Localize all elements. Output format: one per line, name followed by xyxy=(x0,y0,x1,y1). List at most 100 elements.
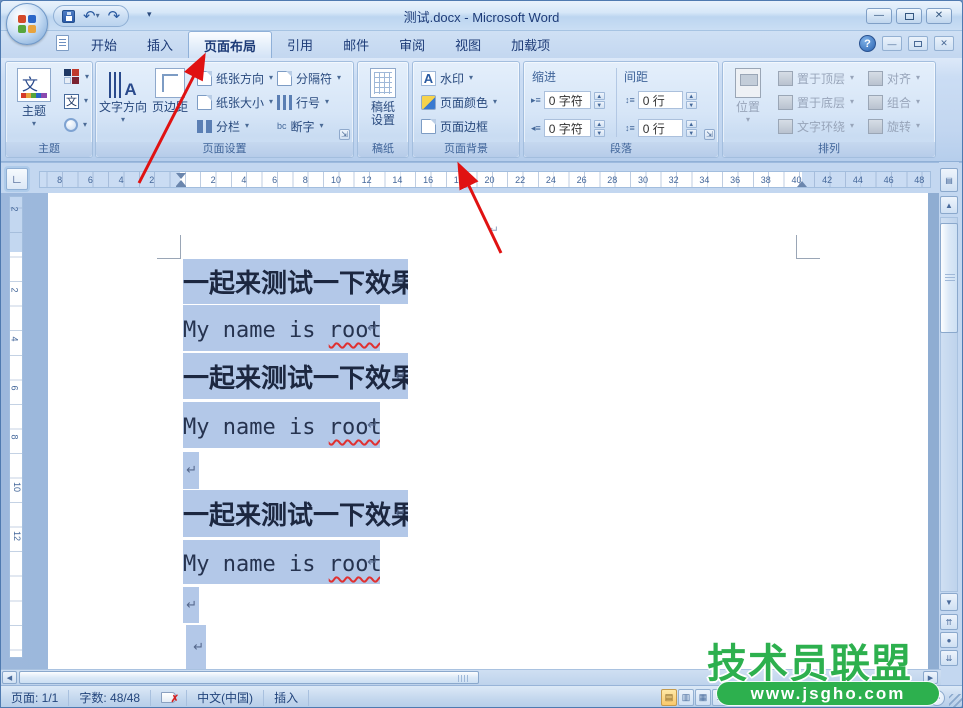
ribbon-tab-row: 开始 插入 页面布局 引用 邮件 审阅 视图 加载项 ? — ✕ xyxy=(1,31,962,58)
close-button[interactable]: ✕ xyxy=(926,8,952,24)
indent-right-input[interactable]: 0 字符 xyxy=(544,119,591,137)
tab-references[interactable]: 引用 xyxy=(272,31,328,58)
spacing-before-input[interactable]: 0 行 xyxy=(638,91,683,109)
previous-page-button[interactable]: ⇈ xyxy=(940,614,958,630)
tab-mailings[interactable]: 邮件 xyxy=(328,31,384,58)
ruler-number: 32 xyxy=(667,175,681,185)
tab-review[interactable]: 审阅 xyxy=(384,31,440,58)
text-wrapping-button[interactable]: 文字环绕▾ xyxy=(775,115,857,137)
tab-addins[interactable]: 加载项 xyxy=(496,31,565,58)
breaks-button[interactable]: 分隔符▾ xyxy=(274,67,344,89)
theme-effects-button[interactable]: ▾ xyxy=(61,114,90,136)
right-indent-marker[interactable] xyxy=(797,181,807,187)
tab-home[interactable]: 开始 xyxy=(76,31,132,58)
status-word-count[interactable]: 字数: 48/48 xyxy=(69,690,151,706)
paragraph-line[interactable]: My name is rootxo。↵ xyxy=(183,402,380,448)
spacing-before-spinner[interactable]: ▲▼ xyxy=(686,92,697,109)
ruler-number: 22 xyxy=(513,175,527,185)
breaks-icon xyxy=(277,71,292,86)
tab-insert[interactable]: 插入 xyxy=(132,31,188,58)
ruler-number: 6 xyxy=(10,386,20,391)
indent-right-row: ◂≡ 0 字符 ▲▼ xyxy=(528,117,608,139)
group-button[interactable]: 组合▾ xyxy=(865,91,923,113)
print-layout-view-button[interactable]: ▤ xyxy=(661,689,677,706)
paragraph-line[interactable]: 一起来测试一下效果吧。↵ xyxy=(183,259,408,304)
manuscript-settings-button[interactable]: 稿纸 设置 xyxy=(361,64,405,144)
next-page-button[interactable]: ⇊ xyxy=(940,650,958,666)
theme-colors-button[interactable]: ▾ xyxy=(61,66,92,88)
spacing-after-spinner[interactable]: ▲▼ xyxy=(686,120,697,137)
h-ruler[interactable]: 8642246810121416182022242628303234363840… xyxy=(39,171,931,188)
doc-close-button[interactable]: ✕ xyxy=(934,36,954,51)
web-layout-view-button[interactable]: ▦ xyxy=(695,689,711,706)
align-button[interactable]: 对齐▾ xyxy=(865,67,923,89)
empty-paragraph-line[interactable]: ↵ xyxy=(183,452,199,489)
orientation-button[interactable]: 纸张方向▾ xyxy=(194,67,276,89)
indent-right-spinner[interactable]: ▲▼ xyxy=(594,120,605,137)
tab-page-layout[interactable]: 页面布局 xyxy=(188,31,272,58)
resize-grip[interactable] xyxy=(949,694,962,707)
doc-minimize-button[interactable]: — xyxy=(882,36,902,51)
help-button[interactable]: ? xyxy=(859,35,876,52)
page-borders-button[interactable]: 页面边框 xyxy=(418,115,491,137)
theme-fonts-button[interactable]: 文▾ xyxy=(61,90,91,112)
doc-restore-button[interactable] xyxy=(908,36,928,51)
ruler-number: 44 xyxy=(851,175,865,185)
office-button[interactable] xyxy=(6,3,48,45)
maximize-button[interactable] xyxy=(896,8,922,24)
paragraph-line[interactable]: 一起来测试一下效果吧。↵ xyxy=(183,490,408,537)
paragraph-line[interactable]: My name is rootxo。↵ xyxy=(183,540,380,584)
spacing-after-input[interactable]: 0 行 xyxy=(638,119,683,137)
status-insert-mode[interactable]: 插入 xyxy=(264,690,309,706)
tab-view[interactable]: 视图 xyxy=(440,31,496,58)
paragraph-line[interactable]: My name is rootxo。↵ xyxy=(183,305,380,351)
ruler-number: 24 xyxy=(544,175,558,185)
scroll-up-button[interactable]: ▲ xyxy=(940,196,958,214)
position-button[interactable]: 位置 ▾ xyxy=(728,64,768,144)
ruler-number: 2 xyxy=(10,288,20,293)
ruler-toggle-button[interactable]: ▤ xyxy=(940,168,958,192)
indent-left-input[interactable]: 0 字符 xyxy=(544,91,591,109)
ruler-number: 28 xyxy=(605,175,619,185)
minimize-button[interactable]: — xyxy=(866,8,892,24)
page-color-button[interactable]: 页面颜色▾ xyxy=(418,91,500,113)
paragraph-line[interactable]: 一起来测试一下效果吧。↵ xyxy=(183,353,408,399)
paragraph-dialog-launcher[interactable]: ⇲ xyxy=(704,129,715,140)
margins-button[interactable]: 页边距 xyxy=(148,64,192,144)
scroll-down-button[interactable]: ▼ xyxy=(940,593,958,611)
hyphenation-button[interactable]: bc 断字▾ xyxy=(274,115,327,137)
group-label-themes: 主题 xyxy=(6,142,92,157)
ruler-number: 30 xyxy=(636,175,650,185)
line-numbers-button[interactable]: 行号▾ xyxy=(274,91,332,113)
empty-paragraph-line[interactable]: ↵ xyxy=(183,587,199,623)
v-ruler[interactable]: 224681012 xyxy=(9,196,23,658)
send-to-back-button[interactable]: 置于底层▾ xyxy=(775,91,857,113)
scroll-left-button[interactable]: ◀ xyxy=(2,671,17,684)
watermark-site-title: 技术员联盟 xyxy=(707,631,912,689)
scrollbar-thumb[interactable] xyxy=(940,223,958,333)
status-page-number[interactable]: 页面: 1/1 xyxy=(1,690,69,706)
document-window-controls: ? — ✕ xyxy=(859,35,954,52)
paper-size-button[interactable]: 纸张大小▾ xyxy=(194,91,276,113)
select-browse-object-button[interactable]: ● xyxy=(940,632,958,648)
rotate-button[interactable]: 旋转▾ xyxy=(865,115,923,137)
document-page[interactable]: ↵ 一起来测试一下效果吧。↵ My name is rootxo。↵ 一起来测试… xyxy=(48,193,928,669)
h-scrollbar-thumb[interactable] xyxy=(19,671,479,684)
status-language[interactable]: 中文(中国) xyxy=(187,690,264,706)
align-label: 对齐 xyxy=(887,70,911,87)
text-direction-button[interactable]: A 文字方向 ▾ xyxy=(99,64,147,144)
tab-selector-button[interactable]: ∟ xyxy=(6,168,28,190)
status-proofing[interactable]: ✗ xyxy=(151,690,187,706)
full-screen-reading-view-button[interactable]: ▥ xyxy=(678,689,694,706)
columns-button[interactable]: 分栏▾ xyxy=(194,115,252,137)
page-setup-dialog-launcher[interactable]: ⇲ xyxy=(339,129,350,140)
paragraph-text: My name is xyxy=(183,415,329,440)
ruler-number: 2 xyxy=(145,175,159,185)
indent-left-spinner[interactable]: ▲▼ xyxy=(594,92,605,109)
watermark-button[interactable]: A 水印▾ xyxy=(418,67,476,89)
left-indent-marker[interactable] xyxy=(176,186,186,188)
bring-to-front-button[interactable]: 置于顶层▾ xyxy=(775,67,857,89)
empty-paragraph-line[interactable]: ↵ xyxy=(186,625,206,669)
first-line-indent-marker[interactable] xyxy=(176,173,186,179)
themes-button[interactable]: 主题 ▾ xyxy=(9,64,59,144)
